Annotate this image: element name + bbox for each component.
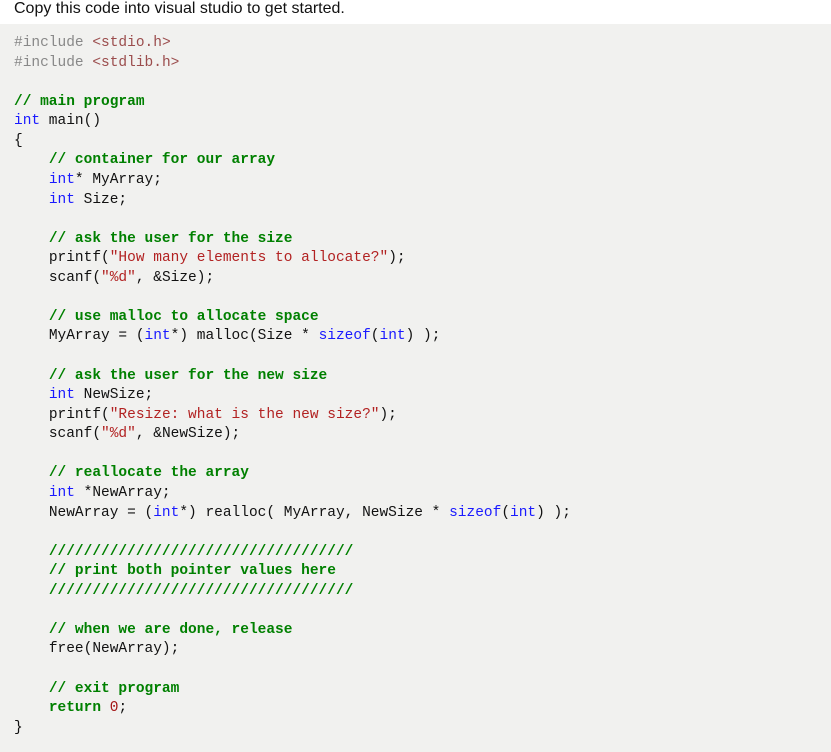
- printf1-call: printf(: [49, 250, 110, 266]
- malloc-cast: *) malloc(Size *: [171, 328, 319, 344]
- kw-return: return: [49, 700, 101, 716]
- indent: [14, 583, 49, 599]
- include-target-2: <stdlib.h>: [92, 55, 179, 71]
- comment-bar-1: ///////////////////////////////////: [49, 544, 354, 560]
- indent: [14, 407, 49, 423]
- id-main: main(): [40, 113, 101, 129]
- realloc-cast-int: int: [153, 505, 179, 521]
- kw-int-myarray: int: [49, 172, 75, 188]
- indent: [14, 250, 49, 266]
- kw-sizeof-2: sizeof: [449, 505, 501, 521]
- indent: [14, 622, 49, 638]
- include-target-1: <stdio.h>: [92, 35, 170, 51]
- kw-int-main: int: [14, 113, 40, 129]
- decl-myarray: * MyArray;: [75, 172, 162, 188]
- sizeof-open-2: (: [501, 505, 510, 521]
- indent: [14, 641, 49, 657]
- return-zero: 0: [110, 700, 119, 716]
- indent: [14, 172, 49, 188]
- printf2-call: printf(: [49, 407, 110, 423]
- comment-realloc: // reallocate the array: [49, 465, 249, 481]
- preproc-include-2: #include: [14, 55, 92, 71]
- realloc-lhs: NewArray = (: [49, 505, 153, 521]
- scanf1-str: "%d": [101, 270, 136, 286]
- preproc-include-1: #include: [14, 35, 92, 51]
- brace-open: {: [14, 133, 23, 149]
- kw-int-newsize: int: [49, 387, 75, 403]
- scanf2-str: "%d": [101, 426, 136, 442]
- indent: [14, 328, 49, 344]
- sizeof-close-1: ) );: [406, 328, 441, 344]
- scanf2-call: scanf(: [49, 426, 101, 442]
- indent: [14, 563, 49, 579]
- comment-print-here: // print both pointer values here: [49, 563, 336, 579]
- return-sp: [101, 700, 110, 716]
- indent: [14, 192, 49, 208]
- printf2-end: );: [379, 407, 396, 423]
- free-call: free(NewArray);: [49, 641, 180, 657]
- scanf2-rest: , &NewSize);: [136, 426, 240, 442]
- indent: [14, 505, 49, 521]
- comment-main: // main program: [14, 94, 145, 110]
- code-block: #include <stdio.h> #include <stdlib.h> /…: [0, 24, 831, 752]
- comment-bar-2: ///////////////////////////////////: [49, 583, 354, 599]
- decl-newsize: NewSize;: [75, 387, 153, 403]
- brace-close: }: [14, 720, 23, 736]
- malloc-lhs: MyArray = (: [49, 328, 145, 344]
- sizeof-int-1: int: [380, 328, 406, 344]
- indent: [14, 231, 49, 247]
- printf1-end: );: [388, 250, 405, 266]
- indent: [14, 309, 49, 325]
- comment-ask-size: // ask the user for the size: [49, 231, 293, 247]
- comment-release: // when we are done, release: [49, 622, 293, 638]
- indent: [14, 465, 49, 481]
- return-semi: ;: [118, 700, 127, 716]
- printf1-str: "How many elements to allocate?": [110, 250, 388, 266]
- sizeof-open-1: (: [371, 328, 380, 344]
- kw-int-size: int: [49, 192, 75, 208]
- instruction-heading: Copy this code into visual studio to get…: [0, 0, 831, 24]
- kw-sizeof-1: sizeof: [319, 328, 371, 344]
- comment-ask-newsize: // ask the user for the new size: [49, 368, 327, 384]
- indent: [14, 152, 49, 168]
- realloc-cast: *) realloc( MyArray, NewSize *: [179, 505, 449, 521]
- decl-size: Size;: [75, 192, 127, 208]
- kw-int-newarray: int: [49, 485, 75, 501]
- comment-container: // container for our array: [49, 152, 275, 168]
- indent: [14, 270, 49, 286]
- decl-newarray: *NewArray;: [75, 485, 171, 501]
- printf2-str: "Resize: what is the new size?": [110, 407, 380, 423]
- indent: [14, 368, 49, 384]
- scanf1-rest: , &Size);: [136, 270, 214, 286]
- sizeof-int-2: int: [510, 505, 536, 521]
- scanf1-call: scanf(: [49, 270, 101, 286]
- malloc-cast-int: int: [145, 328, 171, 344]
- comment-malloc: // use malloc to allocate space: [49, 309, 319, 325]
- comment-exit: // exit program: [49, 681, 180, 697]
- indent: [14, 426, 49, 442]
- indent: [14, 544, 49, 560]
- sizeof-close-2: ) );: [536, 505, 571, 521]
- indent: [14, 700, 49, 716]
- indent: [14, 681, 49, 697]
- indent: [14, 387, 49, 403]
- indent: [14, 485, 49, 501]
